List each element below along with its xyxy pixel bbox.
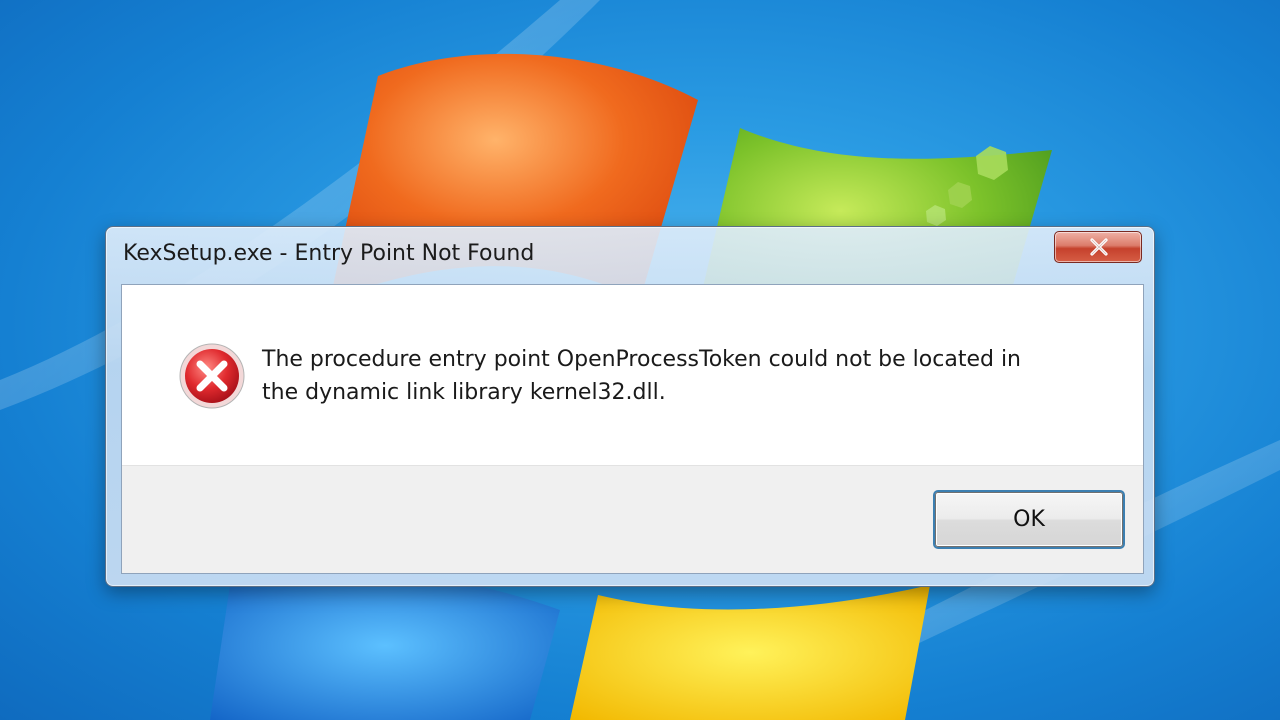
dialog-client-area: The procedure entry point OpenProcessTok… (121, 284, 1144, 574)
error-message: The procedure entry point OpenProcessTok… (262, 347, 1021, 405)
error-icon (179, 343, 245, 409)
error-dialog: KexSetup.exe - Entry Point Not Found The… (105, 226, 1155, 587)
button-bar: OK (122, 465, 1143, 573)
ok-button[interactable]: OK (935, 492, 1123, 547)
dialog-title: KexSetup.exe - Entry Point Not Found (123, 241, 535, 266)
close-button[interactable] (1054, 231, 1142, 263)
message-pane: The procedure entry point OpenProcessTok… (122, 285, 1143, 465)
close-icon (1090, 238, 1108, 256)
desktop: KexSetup.exe - Entry Point Not Found The… (0, 0, 1280, 720)
